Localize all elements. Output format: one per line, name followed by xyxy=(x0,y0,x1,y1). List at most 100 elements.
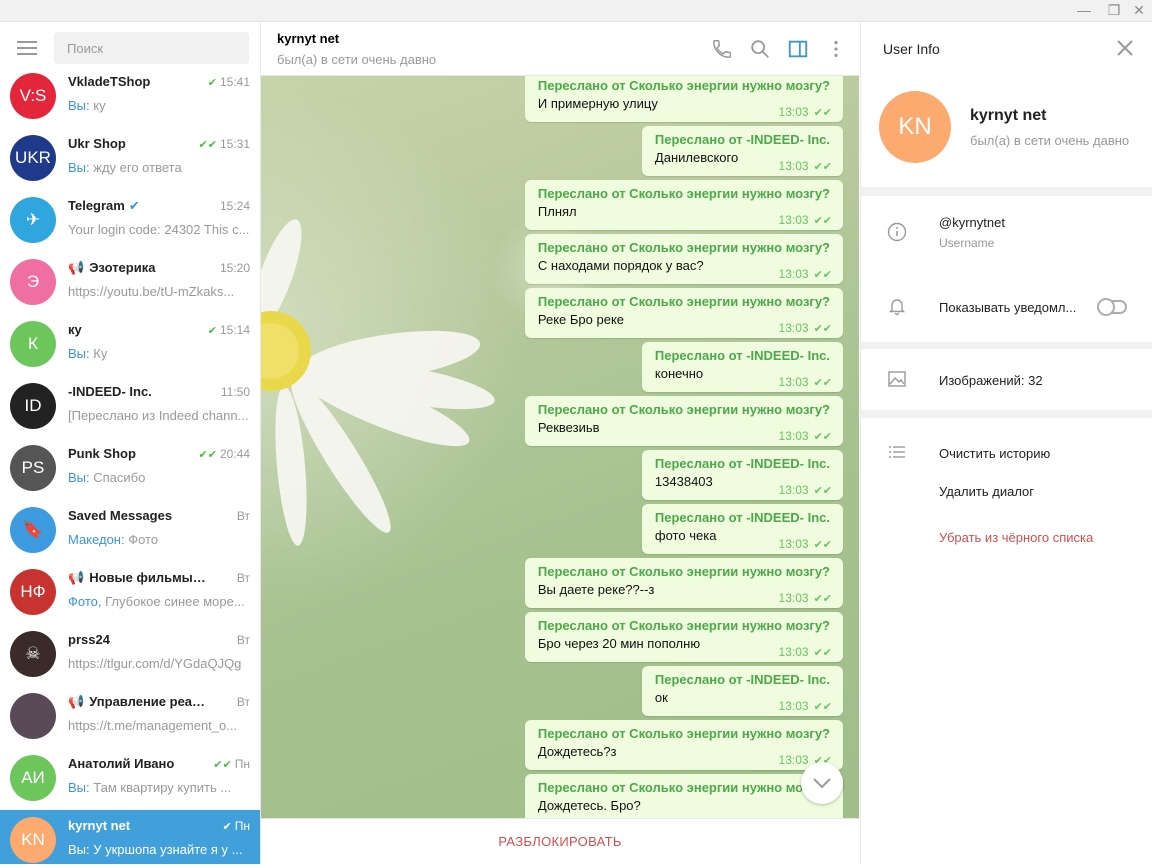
chat-time: Вт xyxy=(236,695,250,709)
forwarded-from-label[interactable]: Переслано от Сколько энергии нужно мозгу… xyxy=(538,78,830,93)
chat-list-item[interactable]: ID -INDEED- Inc. 11:50 [Переслано из Indeed… xyxy=(0,376,260,438)
chat-list-item[interactable]: UKR Ukr Shop ✔✔ 15:31 Вы: жду его ответа xyxy=(0,128,260,190)
double-check-icon: ✔✔ xyxy=(813,161,832,173)
chat-list-item[interactable]: АИ Анатолий Ивано ✔✔ Пн Вы: Там квартиру куп… xyxy=(0,748,260,810)
message-bubble[interactable]: Переслано от Сколько энергии нужно мозгу… xyxy=(524,612,843,662)
chat-list-item[interactable]: ✈ Telegram ✔ 15:24 Your login code: 24302 Th… xyxy=(0,190,260,252)
notifications-toggle[interactable] xyxy=(1097,298,1127,316)
chat-name: prss24 xyxy=(68,632,110,647)
double-check-icon: ✔✔ xyxy=(813,107,832,119)
chat-preview: Вы: Спасибо xyxy=(68,470,146,485)
username-value[interactable]: @kyrnytnet xyxy=(939,215,1005,230)
chat-name: VkladeTShop xyxy=(68,74,151,89)
message-time: 13:03 ✔✔ xyxy=(778,537,832,551)
chat-avatar xyxy=(10,693,56,739)
forwarded-from-label[interactable]: Переслано от Сколько энергии нужно мозгу… xyxy=(538,618,830,633)
chat-avatar: К xyxy=(10,321,56,367)
images-count-link[interactable]: Изображений: 32 xyxy=(939,373,1043,388)
info-panel-toggle-icon[interactable] xyxy=(787,38,809,60)
message-bubble[interactable]: Переслано от -INDEED- Inc. ок 13:03 ✔✔ xyxy=(641,666,843,716)
message-bubble[interactable]: Переслано от -INDEED- Inc. Данилевского 13… xyxy=(641,126,843,176)
chat-time: 11:50 xyxy=(220,385,250,399)
forwarded-from-label[interactable]: Переслано от -INDEED- Inc. xyxy=(655,510,830,525)
forwarded-from-label[interactable]: Переслано от Сколько энергии нужно мозгу… xyxy=(538,402,830,417)
chat-preview: https://tlgur.com/d/YGdaQJQg xyxy=(68,656,242,671)
forwarded-from-label[interactable]: Переслано от -INDEED- Inc. xyxy=(655,132,830,147)
message-time: 13:03 ✔✔ xyxy=(778,321,832,335)
phone-icon[interactable] xyxy=(711,38,733,60)
chat-list-item[interactable]: Э 📢 Эзотерика 15:20 https://youtu.be/tU-mZka… xyxy=(0,252,260,314)
forwarded-from-label[interactable]: Переслано от Сколько энергии нужно мозгу… xyxy=(538,564,830,579)
search-icon[interactable] xyxy=(749,38,771,60)
chat-avatar: ☠ xyxy=(10,631,56,677)
message-bubble[interactable]: Переслано от Сколько энергии нужно мозгу… xyxy=(524,234,843,284)
double-check-icon: ✔✔ xyxy=(813,485,832,497)
delete-dialog-button[interactable]: Удалить диалог xyxy=(939,484,1034,499)
forwarded-from-label[interactable]: Переслано от -INDEED- Inc. xyxy=(655,348,830,363)
double-check-icon: ✔✔ xyxy=(813,215,832,227)
hamburger-menu-icon[interactable] xyxy=(17,41,37,55)
message-bubble[interactable]: Переслано от Сколько энергии нужно мозгу… xyxy=(524,76,843,122)
chat-avatar: НФ xyxy=(10,569,56,615)
message-bubble[interactable]: Переслано от Сколько энергии нужно мозгу… xyxy=(524,288,843,338)
user-info-title: User Info xyxy=(883,41,940,57)
profile-avatar[interactable]: KN xyxy=(879,91,951,163)
chat-avatar: PS xyxy=(10,445,56,491)
chat-preview: Вы: ку xyxy=(68,98,106,113)
message-time: 13:03 ✔✔ xyxy=(778,213,832,227)
toggle-knob xyxy=(1097,298,1115,316)
forwarded-from-label[interactable]: Переслано от Сколько энергии нужно мозгу… xyxy=(538,726,830,741)
chat-list-item[interactable]: PS Punk Shop ✔✔ 20:44 Вы: Спасибо xyxy=(0,438,260,500)
message-bubble[interactable]: Переслано от Сколько энергии нужно мозгу… xyxy=(524,180,843,230)
unblock-button[interactable]: РАЗБЛОКИРОВАТЬ xyxy=(261,819,859,865)
forwarded-from-label[interactable]: Переслано от Сколько энергии нужно мозгу… xyxy=(538,186,830,201)
message-bubble[interactable]: Переслано от Сколько энергии нужно мозгу… xyxy=(524,720,843,770)
chat-preview: Вы: Там квартиру купить ... xyxy=(68,780,232,795)
chat-list-item[interactable]: ☠ prss24 Вт https://tlgur.com/d/YGdaQJQg xyxy=(0,624,260,686)
read-check-icon: ✔ xyxy=(207,77,217,89)
chat-list-item[interactable]: KN kyrnyt net ✔ Пн Вы: У укршопа узнайте я у… xyxy=(0,810,260,864)
forwarded-from-label[interactable]: Переслано от -INDEED- Inc. xyxy=(655,672,830,687)
chat-status: был(а) в сети очень давно xyxy=(277,52,437,67)
chat-avatar: KN xyxy=(10,817,56,863)
message-bubble[interactable]: Переслано от -INDEED- Inc. 13438403 13:03 ✔… xyxy=(641,450,843,500)
chat-list-item[interactable]: 🔖 Saved Messages Вт Македон: Фото xyxy=(0,500,260,562)
scroll-down-button[interactable] xyxy=(801,762,843,804)
chat-list-item[interactable]: НФ 📢Новые фильмы он... Вт Фото, Глубокое си… xyxy=(0,562,260,624)
message-bubble[interactable]: Переслано от Сколько энергии нужно мозгу… xyxy=(524,558,843,608)
chat-title[interactable]: kyrnyt net xyxy=(277,31,339,46)
more-options-icon[interactable] xyxy=(825,38,847,60)
chat-avatar: 🔖 xyxy=(10,507,56,553)
forwarded-from-label[interactable]: Переслано от -INDEED- Inc. xyxy=(655,456,830,471)
chat-name: kyrnyt net xyxy=(68,818,131,833)
forwarded-from-label[interactable]: Переслано от Сколько энергии нужно мозгу… xyxy=(538,240,830,255)
chat-time: ✔ 15:14 xyxy=(207,323,250,337)
message-bubble[interactable]: Переслано от -INDEED- Inc. фото чека 13:03… xyxy=(641,504,843,554)
remove-from-blacklist-button[interactable]: Убрать из чёрного списка xyxy=(939,530,1093,545)
double-check-icon: ✔✔ xyxy=(813,647,832,659)
chat-name: -INDEED- Inc. xyxy=(68,384,152,399)
maximize-button[interactable]: ❐ xyxy=(1102,0,1126,21)
message-time: 13:03 ✔✔ xyxy=(778,699,832,713)
forwarded-from-label[interactable]: Переслано от Сколько энергии нужно мозгу… xyxy=(538,294,830,309)
double-check-icon: ✔✔ xyxy=(813,701,832,713)
message-time: 13:03 ✔✔ xyxy=(778,105,832,119)
message-area[interactable]: Переслано от Сколько энергии нужно мозгу… xyxy=(261,76,859,818)
notifications-label: Показывать уведомл... xyxy=(939,300,1077,315)
chat-header: kyrnyt net был(а) в сети очень давно xyxy=(261,22,859,76)
chat-list-item[interactable]: Кку ✔ 15:14 Вы: Ку xyxy=(0,314,260,376)
chat-list-item[interactable]: 📢Управление реальн... Вт https://t.me/mana… xyxy=(0,686,260,748)
close-window-button[interactable]: ✕ xyxy=(1127,0,1151,21)
clear-history-button[interactable]: Очистить историю xyxy=(939,446,1050,461)
message-bubble[interactable]: Переслано от -INDEED- Inc. конечно 13:03 ✔✔ xyxy=(641,342,843,392)
forwarded-from-label[interactable]: Переслано от Сколько энергии нужно мозгу… xyxy=(538,780,830,795)
close-icon[interactable] xyxy=(1116,39,1134,57)
chat-list-item[interactable]: V:S VkladeTShop ✔ 15:41 Вы: ку xyxy=(0,66,260,128)
actions-card: Очистить историю Удалить диалог Убрать и… xyxy=(861,418,1152,864)
message-bubble[interactable]: Переслано от Сколько энергии нужно мозгу… xyxy=(524,774,843,818)
search-input[interactable] xyxy=(54,32,249,64)
chat-name: 📢Управление реальн... xyxy=(68,694,208,709)
chat-name: Ukr Shop xyxy=(68,136,126,151)
minimize-button[interactable]: — xyxy=(1072,0,1096,21)
message-bubble[interactable]: Переслано от Сколько энергии нужно мозгу… xyxy=(524,396,843,446)
